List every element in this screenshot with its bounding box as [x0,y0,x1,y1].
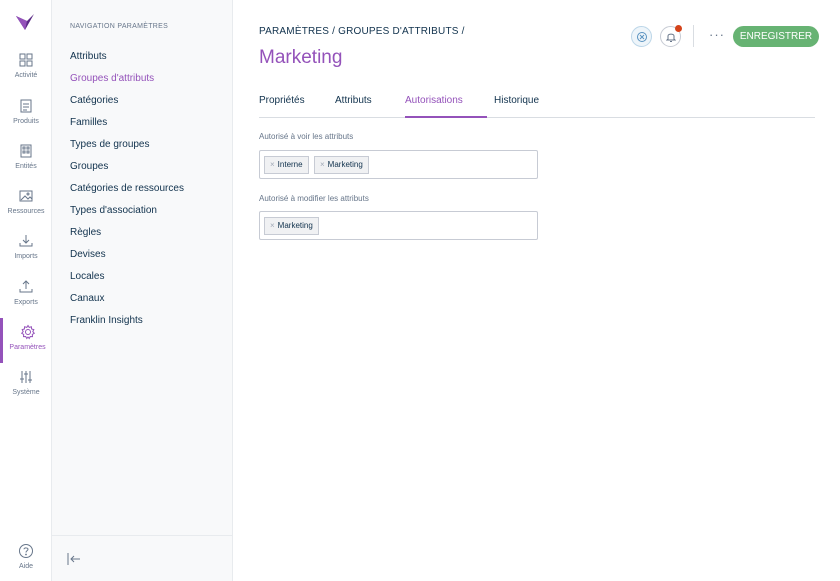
bell-icon [666,31,676,43]
nav-item-franklin-insights[interactable]: Franklin Insights [70,310,184,332]
more-options-icon[interactable]: ··· [709,27,725,42]
header-divider [693,25,694,47]
nav-item-association-types[interactable]: Types d'association [70,200,184,222]
nav-item-attribute-groups[interactable]: Groupes d'attributs [70,68,184,90]
rail-item-exports[interactable]: Exports [0,279,52,319]
help-icon [18,543,34,559]
nav-footer [52,535,233,581]
breadcrumb[interactable]: PARAMÈTRES / GROUPES D'ATTRIBUTS / [259,26,465,37]
notification-badge [675,25,682,32]
rail-item-label: Paramètres [9,344,46,351]
akeneo-logo-icon[interactable] [14,10,36,32]
nav-item-families[interactable]: Familles [70,112,184,134]
tag-chip: × Interne [264,156,309,174]
franklin-icon [636,31,648,43]
tab-bar: Propriétés Attributs Autorisations Histo… [259,95,815,118]
tab-permissions[interactable]: Autorisations [405,95,487,118]
entities-icon [18,143,34,159]
settings-icon [20,324,36,340]
tab-history[interactable]: Historique [494,95,539,118]
collapse-panel-icon[interactable] [66,551,82,567]
notifications-button[interactable] [660,25,682,47]
nav-item-asset-categories[interactable]: Catégories de ressources [70,178,184,200]
remove-tag-icon[interactable]: × [320,160,325,169]
rail-item-products[interactable]: Produits [0,98,52,138]
main-content: PARAMÈTRES / GROUPES D'ATTRIBUTS / Marke… [233,0,840,581]
rail-item-system[interactable]: Système [0,369,52,409]
remove-tag-icon[interactable]: × [270,160,275,169]
rail-item-activity[interactable]: Activité [0,52,52,92]
rail-item-label: Exports [14,299,38,306]
rail-item-label: Entités [15,163,37,170]
nav-item-categories[interactable]: Catégories [70,90,184,112]
rail-item-settings[interactable]: Paramètres [0,318,52,363]
nav-item-channels[interactable]: Canaux [70,288,184,310]
nav-item-currencies[interactable]: Devises [70,244,184,266]
header-actions: ··· ENREGISTRER [631,25,821,49]
sliders-icon [18,369,34,385]
rail-item-label: Système [12,389,40,396]
nav-item-attributes[interactable]: Attributs [70,46,184,68]
remove-tag-icon[interactable]: × [270,221,275,230]
tag-chip: × Marketing [264,217,319,235]
view-permission-field[interactable]: × Interne × Marketing [259,150,538,179]
import-icon [18,233,34,249]
rail-item-assets[interactable]: Ressources [0,188,52,228]
nav-section-title: NAVIGATION PARAMÈTRES [70,23,169,30]
rail-item-help[interactable]: Aide [0,543,52,581]
franklin-insights-button[interactable] [631,26,652,47]
main-menu-rail: Activité Produits Entités Ressources Imp… [0,0,52,581]
tab-attributes[interactable]: Attributs [335,95,372,118]
rail-item-imports[interactable]: Imports [0,233,52,273]
rail-item-label: Activité [14,72,38,79]
dashboard-icon [18,52,34,68]
nav-item-group-types[interactable]: Types de groupes [70,134,184,156]
rail-item-label: Ressources [7,208,45,215]
settings-nav-list: Attributs Groupes d'attributs Catégories… [70,46,184,332]
page-title: Marketing [259,47,343,68]
settings-navigation-panel: NAVIGATION PARAMÈTRES Attributs Groupes … [52,0,233,581]
nav-item-rules[interactable]: Règles [70,222,184,244]
assets-icon [18,188,34,204]
rail-item-label: Imports [14,253,38,260]
tab-properties[interactable]: Propriétés [259,95,305,118]
products-icon [18,98,34,114]
rail-item-entities[interactable]: Entités [0,143,52,183]
rail-item-label: Aide [18,563,33,570]
nav-item-groups[interactable]: Groupes [70,156,184,178]
rail-item-label: Produits [13,118,39,125]
view-permission-label: Autorisé à voir les attributs [259,132,354,141]
export-icon [18,279,34,295]
tag-chip: × Marketing [314,156,369,174]
nav-item-locales[interactable]: Locales [70,266,184,288]
edit-permission-field[interactable]: × Marketing [259,211,538,240]
edit-permission-label: Autorisé à modifier les attributs [259,194,369,203]
save-button[interactable]: ENREGISTRER [733,26,819,47]
